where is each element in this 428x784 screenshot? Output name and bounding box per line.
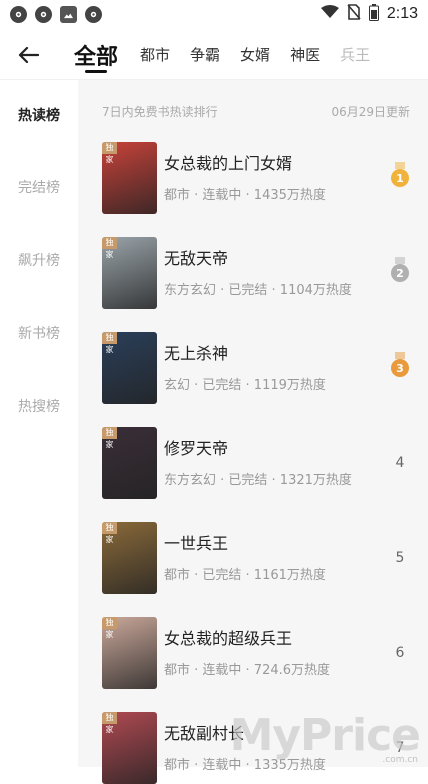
book-meta: 东方玄幻 · 已完结 · 1104万热度: [164, 283, 352, 298]
book-row[interactable]: 独家 修罗天帝东方玄幻 · 已完结 · 1321万热度 4: [102, 427, 412, 499]
book-row[interactable]: 独家 一世兵王都市 · 已完结 · 1161万热度 5: [102, 522, 412, 594]
rank-number: 5: [395, 550, 405, 566]
ranking-list: 7日内免费书热读排行 06月29日更新 独家 女总裁的上门女婿都市 · 连载中 ·…: [78, 80, 428, 784]
exclusive-tag: 独家: [102, 712, 117, 734]
sidebar-item-hot-search[interactable]: 热搜榜: [0, 369, 78, 442]
notification-icon: [35, 5, 52, 23]
back-button[interactable]: [4, 33, 52, 77]
sidebar-item-hot-read[interactable]: 热读榜: [0, 80, 78, 150]
book-meta: 都市 · 连载中 · 1435万热度: [164, 188, 326, 203]
book-meta: 玄幻 · 已完结 · 1119万热度: [164, 378, 326, 393]
category-nav: 全部 都市 争霸 女婿 神医 兵王: [0, 30, 428, 80]
exclusive-tag: 独家: [102, 332, 117, 354]
exclusive-tag: 独家: [102, 237, 117, 259]
book-cover[interactable]: 独家: [102, 427, 157, 499]
tab-divine-doctor[interactable]: 神医: [280, 30, 330, 79]
rank-indicator: 2: [388, 257, 412, 287]
book-row[interactable]: 独家 无敌天帝东方玄幻 · 已完结 · 1104万热度 2: [102, 237, 412, 309]
exclusive-tag: 独家: [102, 427, 117, 449]
tab-son-in-law[interactable]: 女婿: [230, 30, 280, 79]
rank-indicator: 6: [388, 639, 412, 667]
book-cover[interactable]: 独家: [102, 142, 157, 214]
notification-icon: [10, 5, 27, 23]
book-meta: 都市 · 连载中 · 724.6万热度: [164, 663, 331, 678]
book-title[interactable]: 一世兵王: [164, 530, 228, 554]
category-tabs: 全部 都市 争霸 女婿 神医 兵王: [52, 30, 380, 79]
sidebar-item-rising[interactable]: 飙升榜: [0, 223, 78, 296]
book-row[interactable]: 独家 女总裁的超级兵王都市 · 连载中 · 724.6万热度 6: [102, 617, 412, 689]
book-cover[interactable]: 独家: [102, 332, 157, 404]
medal-icon: 3: [391, 352, 409, 377]
rank-indicator: 4: [388, 449, 412, 477]
rank-number: 4: [395, 455, 405, 471]
book-cover[interactable]: 独家: [102, 522, 157, 594]
list-header: 7日内免费书热读排行 06月29日更新: [78, 80, 428, 142]
status-bar: 2:13: [0, 0, 428, 28]
rank-indicator: 1: [388, 162, 412, 192]
exclusive-tag: 独家: [102, 142, 117, 164]
no-sim-icon: [347, 4, 361, 24]
sidebar-item-completed[interactable]: 完结榜: [0, 150, 78, 223]
update-date: 06月29日更新: [331, 104, 410, 119]
sidebar-item-new-books[interactable]: 新书榜: [0, 296, 78, 369]
book-row[interactable]: 独家 无上杀神玄幻 · 已完结 · 1119万热度 3: [102, 332, 412, 404]
rank-indicator: 3: [388, 352, 412, 382]
list-subtitle: 7日内免费书热读排行: [102, 104, 218, 119]
medal-icon: 1: [391, 162, 409, 187]
watermark-logo: MyPrice: [229, 710, 421, 761]
wifi-icon: [320, 5, 339, 23]
book-title[interactable]: 女总裁的上门女婿: [164, 150, 292, 174]
notification-icon: [85, 5, 102, 23]
book-title[interactable]: 女总裁的超级兵王: [164, 625, 292, 649]
medal-icon: 2: [391, 257, 409, 282]
watermark-sub: .com.cn: [382, 755, 418, 765]
book-title[interactable]: 修罗天帝: [164, 435, 228, 459]
book-meta: 都市 · 已完结 · 1161万热度: [164, 568, 326, 583]
exclusive-tag: 独家: [102, 522, 117, 544]
battery-icon: [368, 3, 379, 25]
book-cover[interactable]: 独家: [102, 237, 157, 309]
exclusive-tag: 独家: [102, 617, 117, 639]
book-title[interactable]: 无上杀神: [164, 340, 228, 364]
book-meta: 东方玄幻 · 已完结 · 1321万热度: [164, 473, 352, 488]
book-cover[interactable]: 独家: [102, 617, 157, 689]
tab-all[interactable]: 全部: [52, 30, 130, 79]
book-cover[interactable]: 独家: [102, 712, 157, 784]
status-time: 2:13: [386, 5, 418, 22]
image-icon: [60, 5, 77, 23]
book-title[interactable]: 无敌天帝: [164, 245, 228, 269]
tab-soldier-king[interactable]: 兵王: [330, 30, 380, 79]
book-row[interactable]: 独家 女总裁的上门女婿都市 · 连载中 · 1435万热度 1: [102, 142, 412, 214]
ranking-sidebar: 热读榜 完结榜 飙升榜 新书榜 热搜榜: [0, 80, 78, 767]
rank-indicator: 5: [388, 544, 412, 572]
tab-urban[interactable]: 都市: [130, 30, 180, 79]
rank-number: 6: [395, 645, 405, 661]
back-arrow-icon: [18, 46, 39, 63]
tab-hegemony[interactable]: 争霸: [180, 30, 230, 79]
